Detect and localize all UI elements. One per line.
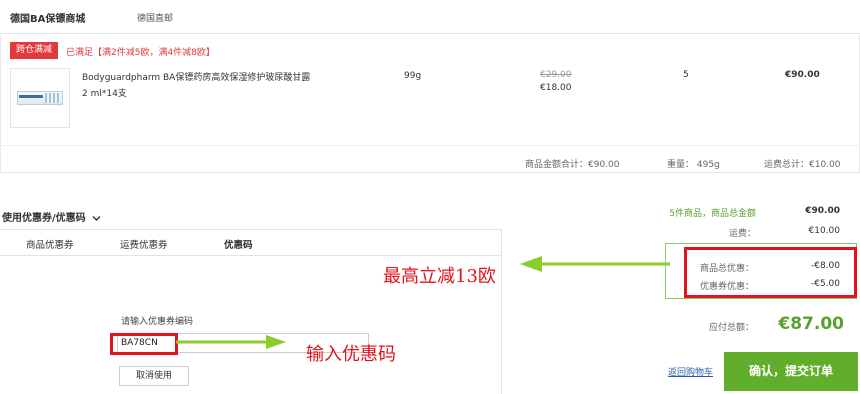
coupon-toggle[interactable]: 使用优惠券/优惠码: [2, 209, 101, 224]
tab-shipping-coupon[interactable]: 运费优惠券: [120, 237, 168, 251]
coupon-toggle-label: 使用优惠券/优惠码: [2, 213, 86, 224]
store-shipping-type: 德国直邮: [137, 14, 174, 24]
product-vials-image: [45, 93, 61, 103]
payable-label: 应付总额：: [709, 323, 755, 333]
tab-goods-coupon[interactable]: 商品优惠券: [26, 237, 74, 251]
coupon-discount-label: 优惠券优惠：: [700, 282, 755, 292]
store-name[interactable]: 德国BA保镖商城: [10, 10, 85, 25]
shipping-value: €10.00: [808, 226, 841, 236]
promo-code-highlight: [110, 333, 178, 355]
goods-total: 商品金额合计：€90.00: [525, 160, 620, 170]
arrow-left-icon: [520, 256, 670, 272]
goods-discount-label: 商品总优惠：: [700, 264, 755, 274]
tab-promo-code[interactable]: 优惠码: [224, 237, 253, 251]
product-price: €18.00: [540, 83, 572, 93]
payable-value: €87.00: [778, 314, 844, 334]
coupon-discount-value: -€5.00: [810, 279, 840, 289]
arrow-right-icon: [176, 335, 286, 349]
product-original-price: €29.00: [540, 70, 572, 80]
product-weight: 99g: [404, 71, 422, 81]
items-total-label: 5件商品，商品总金额: [669, 209, 756, 219]
items-total-value: €90.00: [805, 206, 840, 216]
enter-code-annotation: 输入优惠码: [306, 344, 396, 365]
cancel-promo-button[interactable]: 取消使用: [119, 366, 189, 386]
submit-order-button[interactable]: 确认，提交订单: [724, 352, 858, 391]
store-header: [0, 0, 860, 34]
total-weight: 重量： 495g: [667, 160, 720, 170]
chevron-down-icon: [92, 215, 101, 221]
product-thumbnail[interactable]: [10, 68, 70, 128]
promo-code-label: 请输入优惠券编码: [121, 317, 194, 327]
summary-divider: [0, 145, 860, 146]
back-to-cart-link[interactable]: 返回购物车: [668, 365, 713, 378]
shipping-label: 运费：: [728, 229, 756, 239]
promo-tag: 跨仓满减: [10, 42, 58, 59]
promo-text: 已满足【满2件减5欧，满4件减8欧】: [66, 48, 215, 58]
shipping-total: 运费总计：€10.00: [764, 160, 841, 170]
product-quantity: 5: [683, 70, 689, 80]
goods-discount-value: -€8.00: [810, 261, 840, 271]
product-subtotal: €90.00: [785, 70, 820, 80]
product-title[interactable]: Bodyguardpharm BA保镖药房高效保湿修护玻尿酸甘露 2 ml*14…: [82, 70, 312, 102]
product-box-stripe: [19, 95, 43, 98]
max-discount-annotation: 最高立减13欧: [383, 266, 496, 287]
